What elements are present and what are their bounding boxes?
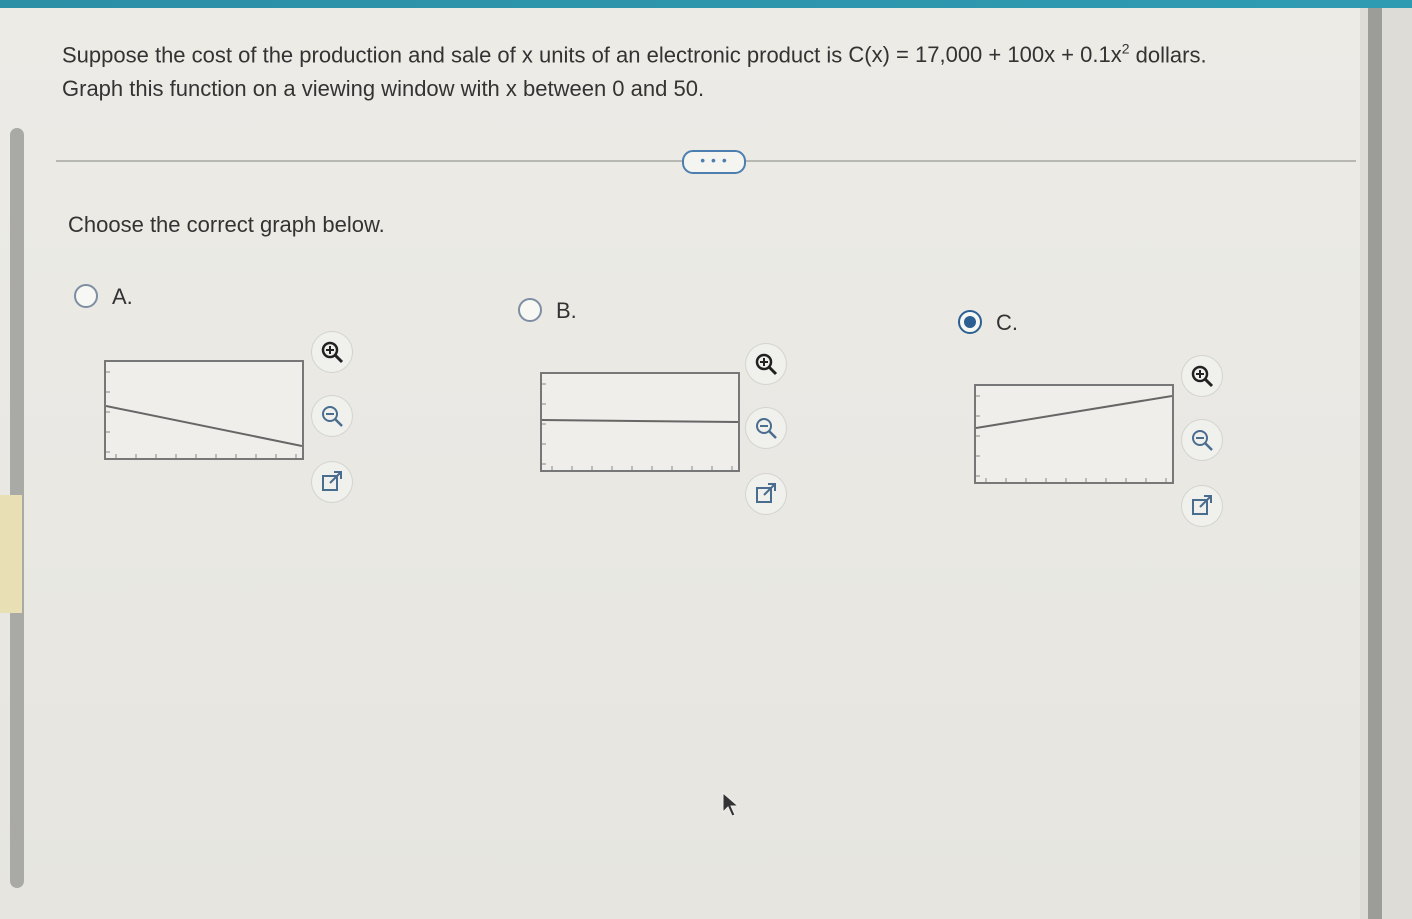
question-line2: Graph this function on a viewing window … bbox=[62, 76, 705, 102]
open-new-button-a[interactable] bbox=[312, 462, 352, 502]
graph-c bbox=[974, 384, 1174, 484]
zoom-in-button-a[interactable] bbox=[312, 332, 352, 372]
open-new-window-icon bbox=[756, 483, 776, 503]
option-a-label: A. bbox=[112, 284, 133, 309]
cost-formula: C(x) = 17,000 + 100x + 0.1x2 bbox=[848, 41, 1130, 68]
zoom-in-icon bbox=[755, 353, 778, 376]
zoom-out-button-c[interactable] bbox=[1182, 420, 1222, 460]
open-new-window-icon bbox=[1192, 495, 1212, 515]
radio-selected-dot bbox=[964, 316, 976, 328]
left-accent-panel bbox=[0, 495, 22, 613]
right-edge-panel bbox=[1360, 8, 1412, 919]
zoom-in-button-c[interactable] bbox=[1182, 356, 1222, 396]
open-new-button-c[interactable] bbox=[1182, 486, 1222, 526]
question-text: Suppose the cost of the production and s… bbox=[62, 32, 1382, 106]
option-b-label: B. bbox=[556, 298, 577, 323]
mouse-cursor-icon bbox=[722, 792, 740, 817]
question-line1-suffix: dollars. bbox=[1135, 42, 1207, 68]
open-new-window-icon bbox=[322, 471, 342, 491]
graph-a bbox=[104, 360, 304, 460]
graph-c-line bbox=[976, 395, 1172, 429]
radio-button-b[interactable] bbox=[518, 298, 542, 322]
open-new-button-b[interactable] bbox=[746, 474, 786, 514]
zoom-out-button-a[interactable] bbox=[312, 396, 352, 436]
zoom-out-icon bbox=[1192, 430, 1213, 451]
option-c-label: C. bbox=[996, 310, 1018, 335]
more-button[interactable]: • • • bbox=[682, 150, 746, 174]
formula-exponent: 2 bbox=[1121, 41, 1130, 57]
radio-button-c[interactable] bbox=[958, 310, 982, 334]
graph-a-line bbox=[106, 405, 302, 447]
zoom-out-button-b[interactable] bbox=[746, 408, 786, 448]
graph-b bbox=[540, 372, 740, 472]
question-line1: Suppose the cost of the production and s… bbox=[62, 42, 843, 68]
prompt-text: Choose the correct graph below. bbox=[68, 212, 385, 237]
zoom-out-icon bbox=[322, 406, 343, 427]
graph-b-line bbox=[542, 419, 738, 423]
top-strip bbox=[0, 0, 1412, 8]
zoom-in-icon bbox=[321, 341, 344, 364]
zoom-out-icon bbox=[756, 418, 777, 439]
zoom-in-icon bbox=[1191, 365, 1214, 388]
radio-button-a[interactable] bbox=[74, 284, 98, 308]
zoom-in-button-b[interactable] bbox=[746, 344, 786, 384]
